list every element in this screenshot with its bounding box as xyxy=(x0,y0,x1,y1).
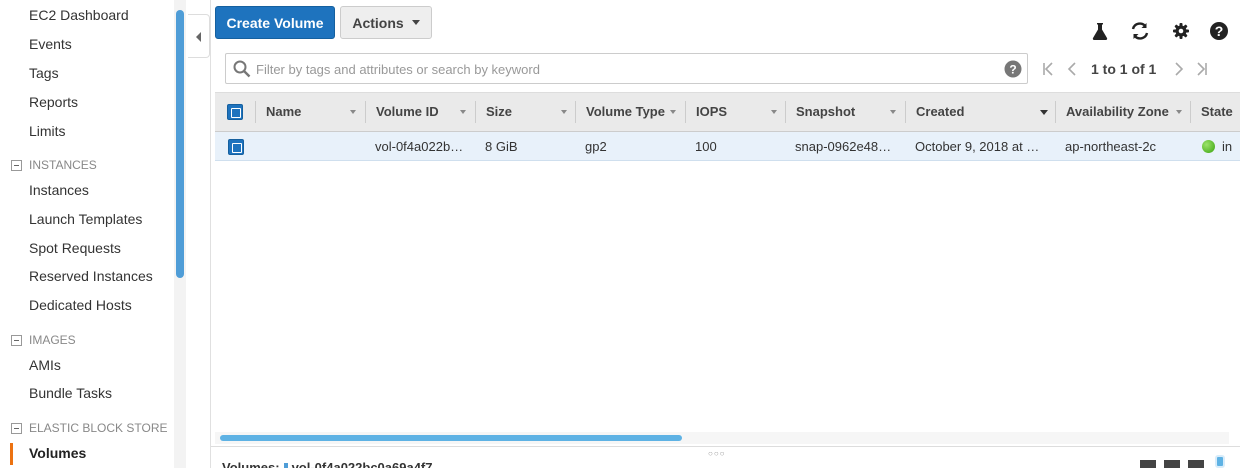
flask-icon[interactable] xyxy=(1090,21,1110,41)
cell-state: in xyxy=(1222,139,1233,154)
select-all-checkbox[interactable] xyxy=(227,104,243,120)
actions-button[interactable]: Actions xyxy=(340,6,432,39)
column-divider xyxy=(255,101,256,123)
sort-icon[interactable] xyxy=(1176,110,1182,114)
sort-icon[interactable] xyxy=(771,110,777,114)
sidebar-item-dedicated-hosts[interactable]: Dedicated Hosts xyxy=(29,297,132,313)
layout-split-icon[interactable] xyxy=(1140,460,1156,468)
column-divider xyxy=(1190,101,1191,123)
cell-name xyxy=(266,132,366,161)
sort-icon[interactable] xyxy=(890,110,896,114)
search-box[interactable]: ? xyxy=(225,53,1028,84)
collapse-icon[interactable] xyxy=(11,422,22,434)
resize-handle-icon[interactable]: ○○○ xyxy=(708,449,726,458)
column-divider xyxy=(905,101,906,123)
sort-icon[interactable] xyxy=(561,110,567,114)
column-header-volume-id[interactable]: Volume ID xyxy=(376,93,439,131)
collapse-icon[interactable] xyxy=(11,334,22,346)
column-header-volume-type[interactable]: Volume Type xyxy=(586,93,665,131)
sidebar: EC2 Dashboard Events Tags Reports Limits… xyxy=(0,0,186,468)
panel-divider xyxy=(210,0,211,468)
cell-size: 8 GiB xyxy=(485,139,518,154)
row-checkbox[interactable] xyxy=(228,139,244,155)
sidebar-item-instances[interactable]: Instances xyxy=(29,182,89,198)
details-volume-id: vol-0f4a022bc0a69a4f7 xyxy=(291,460,433,468)
volume-marker-icon xyxy=(283,462,288,468)
column-header-snapshot[interactable]: Snapshot xyxy=(796,93,855,131)
collapse-icon[interactable] xyxy=(11,159,22,171)
details-panel-title: Volumes: vol-0f4a022bc0a69a4f7 xyxy=(222,460,433,468)
search-input[interactable] xyxy=(256,60,996,78)
help-icon[interactable]: ? xyxy=(1004,60,1022,78)
section-label: INSTANCES xyxy=(29,158,97,172)
sort-descending-icon[interactable] xyxy=(1040,110,1048,115)
scroll-indicator[interactable] xyxy=(1215,455,1225,468)
first-page-icon[interactable] xyxy=(1041,60,1055,78)
column-header-created[interactable]: Created xyxy=(916,93,964,131)
state-indicator-icon xyxy=(1202,140,1215,153)
column-header-availability-zone[interactable]: Availability Zone xyxy=(1066,93,1169,131)
refresh-icon[interactable] xyxy=(1130,21,1150,41)
layout-full-icon[interactable] xyxy=(1164,460,1180,468)
sidebar-item-amis[interactable]: AMIs xyxy=(29,357,61,373)
column-divider xyxy=(785,101,786,123)
column-header-state[interactable]: State xyxy=(1201,93,1233,131)
cell-availability-zone: ap-northeast-2c xyxy=(1065,139,1157,154)
help-icon[interactable]: ? xyxy=(1209,21,1229,41)
column-divider xyxy=(685,101,686,123)
active-indicator xyxy=(10,443,13,465)
sidebar-scrollbar[interactable] xyxy=(176,10,184,278)
gear-icon[interactable] xyxy=(1171,21,1191,41)
sidebar-section-instances[interactable]: INSTANCES xyxy=(11,158,97,172)
table-header: Name Volume ID Size Volume Type IOPS Sna… xyxy=(215,92,1240,132)
caret-down-icon xyxy=(411,20,420,25)
sidebar-item-launch-templates[interactable]: Launch Templates xyxy=(29,211,142,227)
svg-text:?: ? xyxy=(1009,63,1016,77)
column-header-name[interactable]: Name xyxy=(266,93,301,131)
cell-volume-id: vol-0f4a022b… xyxy=(375,139,464,154)
details-label: Volumes: xyxy=(222,460,280,468)
sidebar-item-bundle-tasks[interactable]: Bundle Tasks xyxy=(29,385,112,401)
previous-page-icon[interactable] xyxy=(1065,60,1079,78)
sidebar-item-events[interactable]: Events xyxy=(29,36,72,52)
column-divider xyxy=(365,101,366,123)
column-header-iops[interactable]: IOPS xyxy=(696,93,727,131)
column-divider xyxy=(575,101,576,123)
cell-iops: 100 xyxy=(695,139,717,154)
column-header-size[interactable]: Size xyxy=(486,93,512,131)
sidebar-section-elastic-block-store[interactable]: ELASTIC BLOCK STORE xyxy=(11,421,168,435)
cell-volume-type: gp2 xyxy=(585,139,607,154)
sidebar-item-spot-requests[interactable]: Spot Requests xyxy=(29,240,121,256)
sidebar-section-images[interactable]: IMAGES xyxy=(11,333,76,347)
sort-icon[interactable] xyxy=(670,110,676,114)
sidebar-item-reports[interactable]: Reports xyxy=(29,94,78,110)
table-row[interactable]: vol-0f4a022b… 8 GiB gp2 100 snap-0962e48… xyxy=(215,132,1240,161)
sidebar-item-ec2-dashboard[interactable]: EC2 Dashboard xyxy=(29,7,129,23)
actions-label: Actions xyxy=(352,14,404,31)
section-label: ELASTIC BLOCK STORE xyxy=(29,421,168,435)
section-label: IMAGES xyxy=(29,333,76,347)
create-volume-button[interactable]: Create Volume xyxy=(215,6,335,39)
sidebar-item-limits[interactable]: Limits xyxy=(29,123,66,139)
cell-created: October 9, 2018 at … xyxy=(915,139,1040,154)
layout-bottom-icon[interactable] xyxy=(1188,460,1204,468)
sort-icon[interactable] xyxy=(460,110,466,114)
horizontal-scrollbar[interactable] xyxy=(220,435,682,441)
sort-icon[interactable] xyxy=(350,110,356,114)
pagination-status: 1 to 1 of 1 xyxy=(1091,61,1157,77)
search-icon xyxy=(233,60,251,78)
svg-text:?: ? xyxy=(1215,23,1224,39)
collapse-sidebar-button[interactable] xyxy=(188,14,210,58)
next-page-icon[interactable] xyxy=(1172,60,1186,78)
sidebar-item-reserved-instances[interactable]: Reserved Instances xyxy=(29,268,153,284)
cell-snapshot: snap-0962e48… xyxy=(795,139,892,154)
column-divider xyxy=(475,101,476,123)
last-page-icon[interactable] xyxy=(1195,60,1209,78)
sidebar-item-tags[interactable]: Tags xyxy=(29,65,59,81)
column-divider xyxy=(1055,101,1056,123)
sidebar-item-volumes[interactable]: Volumes xyxy=(29,445,86,461)
